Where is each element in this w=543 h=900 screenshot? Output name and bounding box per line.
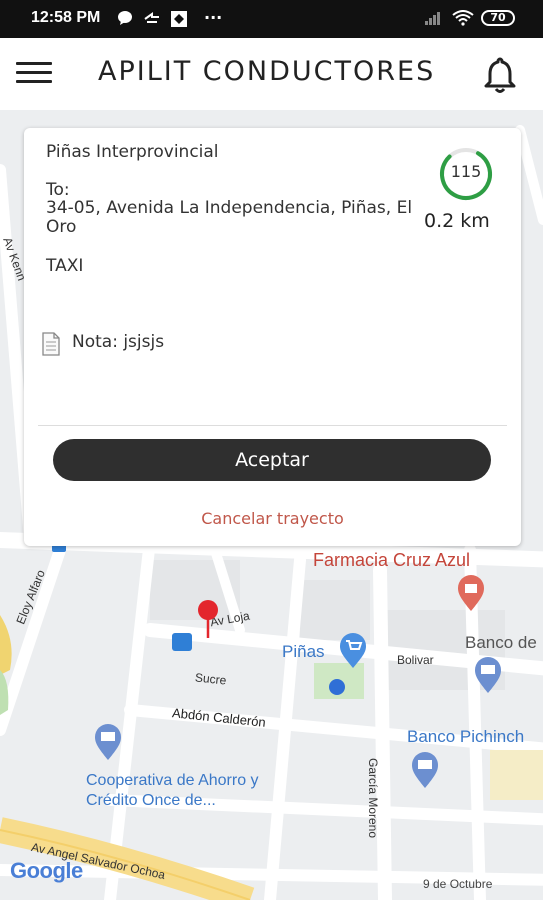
hamburger-menu-icon[interactable]: [16, 62, 54, 88]
countdown-value: 115: [450, 162, 482, 181]
trip-note: Nota: jsjsjs: [72, 332, 165, 352]
location-pin-icon: [198, 600, 218, 638]
card-divider: [38, 425, 507, 426]
cancel-trip-link[interactable]: Cancelar trayecto: [24, 509, 521, 528]
chat-icon: [118, 11, 132, 25]
map-label-garcia-moreno: García Moreno: [366, 758, 380, 839]
app-bar: APILIT CONDUCTORES: [0, 38, 543, 110]
signal-icon: [425, 12, 440, 25]
bank-marker-icon: [475, 657, 501, 693]
bus-stop-icon: [172, 633, 192, 651]
map-label-banco-de: Banco de: [465, 633, 537, 652]
app-title: APILIT CONDUCTORES: [98, 56, 436, 87]
sync-icon: [144, 12, 159, 23]
trip-service-type: TAXI: [46, 256, 84, 276]
shop-marker-icon: [340, 633, 366, 668]
map-label-pinas: Piñas: [282, 642, 325, 661]
trip-to-label: To:: [46, 180, 70, 200]
sim-icon: [171, 11, 187, 27]
trip-request-card: Piñas Interprovincial To: 34-05, Avenida…: [24, 128, 521, 546]
map-label-bolivar: Bolivar: [397, 653, 434, 667]
trip-origin: Piñas Interprovincial: [46, 142, 219, 162]
bell-icon[interactable]: [482, 56, 518, 94]
map-label-banco-pichincha: Banco Pichinch: [407, 727, 525, 746]
accept-button[interactable]: Aceptar: [53, 439, 491, 481]
bank-marker-icon-3: [95, 724, 121, 760]
map-label-cooperativa: Cooperativa de Ahorro y Crédito Once de.…: [86, 772, 259, 809]
battery-level: 70: [490, 11, 506, 24]
document-icon: [42, 332, 60, 356]
battery-icon: 70: [481, 10, 515, 26]
wifi-icon: [452, 10, 474, 26]
status-time: 12:58 PM: [31, 9, 101, 26]
trip-distance: 0.2 km: [424, 210, 490, 232]
trip-destination: 34-05, Avenida La Independencia, Piñas, …: [46, 198, 413, 237]
map-label-9-de-octubre: 9 de Octubre: [423, 877, 493, 891]
status-bar: 12:58 PM ··· 70: [0, 0, 543, 38]
bank-marker-icon-2: [412, 752, 438, 788]
more-icon: ···: [204, 8, 223, 27]
google-logo: Google: [10, 858, 83, 883]
current-location-dot: [329, 679, 345, 695]
pharmacy-marker-icon: [458, 575, 484, 611]
map-label-farmacia: Farmacia Cruz Azul: [313, 550, 471, 570]
